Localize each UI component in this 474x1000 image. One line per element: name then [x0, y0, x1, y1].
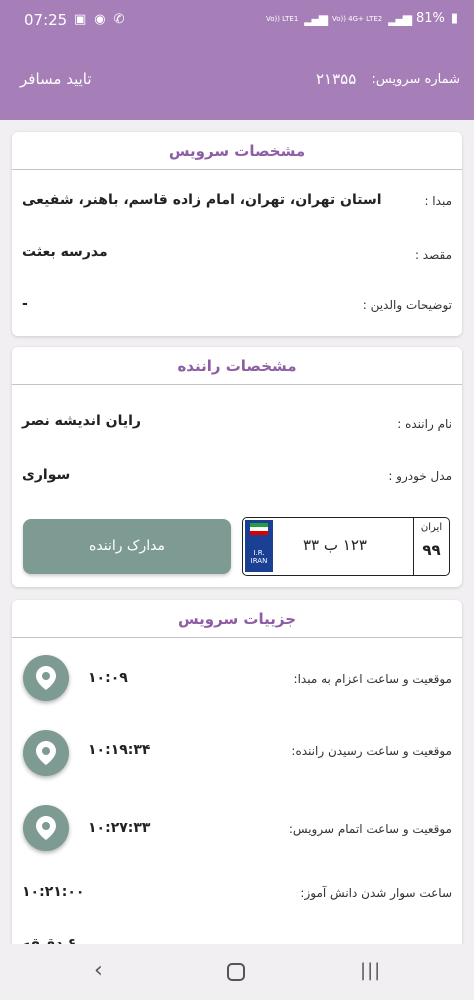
driver-name-label: نام راننده : [397, 417, 452, 431]
dispatch-location-button[interactable] [23, 655, 69, 701]
service-end-label: موقعیت و ساعت اتمام سرویس: [288, 822, 452, 836]
status-right: Vo)) LTE1 ▂▄▆ Vo)) 4G+ LTE2 ▂▄▆ 81% ▮ [266, 11, 458, 26]
signal-icon: ▂▄▆ [304, 11, 328, 26]
location-pin-icon [36, 741, 56, 765]
confirm-passenger-button[interactable]: تایید مسافر [20, 70, 92, 88]
back-icon[interactable]: ‹ [94, 958, 103, 983]
service-details-header: جزییات سرویس [12, 600, 462, 638]
plate-region-label: ایران [420, 522, 443, 533]
plate-region: ایران ۹۹ [413, 518, 449, 575]
home-icon[interactable] [227, 963, 245, 981]
end-location-button[interactable] [23, 805, 69, 851]
driver-arrival-label: موقعیت و ساعت رسیدن راننده: [291, 744, 452, 758]
service-info-card: مشخصات سرویس مبدا : استان تهران، تهران، … [12, 132, 462, 336]
sim2-network: Vo)) 4G+ LTE2 [331, 14, 383, 23]
status-bar: 07:25 ▣ ◉ ✆ Vo)) LTE1 ▂▄▆ Vo)) 4G+ LTE2 … [0, 0, 474, 42]
system-nav-bar: ‹ ||| [0, 944, 474, 1000]
plate-flag-text: I.R. IRAN [250, 549, 268, 565]
origin-value: استان تهران، تهران، امام زاده قاسم، باهن… [22, 192, 382, 208]
driver-arrival-value: ۱۰:۱۹:۳۴ [88, 742, 151, 758]
status-time: 07:25 [24, 11, 68, 29]
driver-info-card: مشخصات راننده نام راننده : رایان اندیشه … [12, 347, 462, 587]
driver-documents-button[interactable]: مدارک راننده [23, 519, 231, 574]
sim1-network: Vo)) LTE1 [265, 14, 299, 23]
signal-icon-2: ▂▄▆ [388, 11, 412, 26]
app-bar: تایید مسافر ۲۱۳۵۵ شماره سرویس: [0, 42, 474, 120]
car-model-value: سواری [22, 467, 71, 483]
notification-icons: ▣ ◉ ✆ [74, 12, 125, 27]
parents-note-label: توضیحات والدین : [362, 298, 452, 312]
service-info-header: مشخصات سرویس [12, 132, 462, 170]
service-details-card: جزییات سرویس موقعیت و ساعت اعزام به مبدا… [12, 600, 462, 960]
recent-apps-icon[interactable]: ||| [360, 960, 381, 981]
location-pin-icon [36, 666, 56, 690]
car-model-label: مدل خودرو : [388, 469, 452, 483]
driver-name-value: رایان اندیشه نصر [22, 413, 141, 429]
dispatch-time-value: ۱۰:۰۹ [88, 670, 128, 686]
service-end-value: ۱۰:۲۷:۳۳ [88, 820, 151, 836]
plate-region-number: ۹۹ [422, 541, 441, 559]
driver-info-header: مشخصات راننده [12, 347, 462, 385]
battery-level: 81% [415, 11, 445, 26]
plate-number: ۱۲۳ ب ۳۳ [303, 536, 367, 554]
boarding-time-label: ساعت سوار شدن دانش آموز: [300, 886, 452, 900]
destination-label: مقصد : [414, 248, 452, 262]
arrival-location-button[interactable] [23, 730, 69, 776]
boarding-time-value: ۱۰:۲۱:۰۰ [22, 884, 85, 900]
iran-flag-icon: I.R. IRAN [245, 520, 273, 572]
license-plate: I.R. IRAN ۱۲۳ ب ۳۳ ایران ۹۹ [242, 517, 450, 576]
service-number: ۲۱۳۵۵ [316, 70, 357, 88]
dispatch-time-label: موقعیت و ساعت اعزام به مبدا: [293, 672, 452, 686]
whatsapp-icon: ✆ [113, 12, 125, 27]
battery-icon: ▮ [450, 11, 458, 26]
origin-label: مبدا : [424, 194, 452, 208]
image-icon: ▣ [74, 12, 87, 27]
location-pin-icon [36, 816, 56, 840]
service-number-label: شماره سرویس: [371, 72, 460, 87]
destination-value: مدرسه بعثت [22, 244, 108, 260]
parents-note-value: - [22, 296, 28, 312]
chrome-icon: ◉ [94, 12, 106, 27]
